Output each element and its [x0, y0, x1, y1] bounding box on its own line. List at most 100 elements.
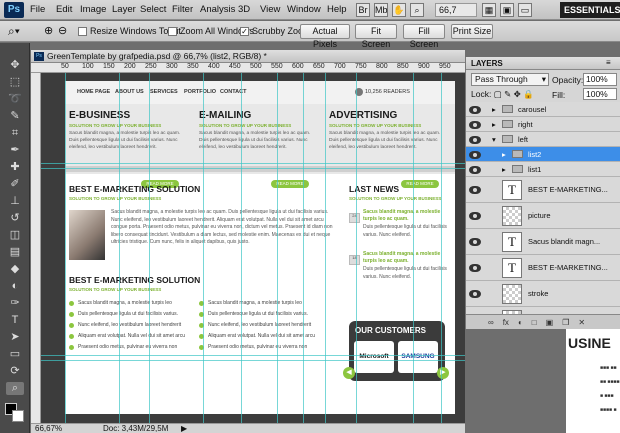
healing-tool-icon[interactable]: ✚: [6, 161, 24, 174]
fit-screen-button[interactable]: Fit Screen: [355, 24, 397, 49]
screen-mode-icon[interactable]: ▭: [518, 3, 532, 17]
eye-icon[interactable]: [469, 290, 481, 298]
crop-tool-icon[interactable]: ⌗: [6, 127, 24, 140]
collapsed-arrow-icon[interactable]: ▸: [502, 150, 506, 159]
nav-link[interactable]: PORTFOLIO: [184, 89, 216, 95]
layer-row-best-e-marketing[interactable]: T BEST E-MARKETING...: [466, 255, 620, 281]
status-menu-arrow-icon[interactable]: ▶: [181, 424, 187, 433]
menu-select[interactable]: Select: [140, 4, 166, 15]
scrubby-zoom-checkbox[interactable]: ✓: [240, 26, 249, 36]
nav-link[interactable]: SERVICES: [150, 89, 178, 95]
resize-windows-option[interactable]: Resize Windows To Fit: [78, 26, 181, 36]
eye-icon[interactable]: [469, 135, 481, 144]
layer-row-list2[interactable]: ▸ list2: [466, 147, 620, 162]
menu-image[interactable]: Image: [80, 4, 106, 15]
carousel-next-arrow[interactable]: ▶: [437, 367, 449, 379]
collapsed-arrow-icon[interactable]: ▸: [492, 120, 496, 129]
menu-file[interactable]: File: [30, 4, 45, 15]
pen-tool-icon[interactable]: ✑: [6, 297, 24, 310]
history-brush-tool-icon[interactable]: ↺: [6, 212, 24, 225]
collapsed-arrow-icon[interactable]: ▸: [502, 165, 506, 174]
zoom-icon[interactable]: ⌕: [410, 3, 424, 17]
document-tab[interactable]: Ps GreenTemplate by grafpedia.psd @ 66,7…: [31, 50, 465, 63]
arrange-icon[interactable]: ▣: [500, 3, 514, 17]
zoom-tool-icon[interactable]: ⌕: [6, 382, 24, 395]
expanded-arrow-icon[interactable]: ▾: [492, 135, 496, 144]
layer-row-sacus-blandit-magn[interactable]: T Sacus blandit magn...: [466, 229, 620, 255]
adjustment-icon[interactable]: ◐: [518, 318, 523, 327]
eye-icon[interactable]: [469, 238, 481, 246]
eye-icon[interactable]: [469, 186, 481, 194]
print-size-button[interactable]: Print Size: [451, 24, 493, 39]
menu-3d[interactable]: 3D: [238, 4, 250, 15]
blend-mode-select[interactable]: Pass Through ▾: [471, 73, 549, 86]
blur-tool-icon[interactable]: ◆: [6, 263, 24, 276]
horizontal-ruler[interactable]: 50 100 150 200 250 300 350 400 450 500 550 600 650 70…: [31, 63, 465, 73]
eyedropper-tool-icon[interactable]: ✒: [6, 144, 24, 157]
menu-help[interactable]: Help: [327, 4, 347, 15]
status-zoom[interactable]: 66,67%: [35, 424, 62, 433]
new-layer-icon[interactable]: ❐: [562, 318, 569, 327]
panel-menu-icon[interactable]: ≡: [606, 58, 611, 67]
layer-row-right[interactable]: ▸ right: [466, 117, 620, 132]
eye-icon[interactable]: [469, 212, 481, 220]
fill-input[interactable]: 100%: [583, 88, 617, 100]
gradient-tool-icon[interactable]: ▤: [6, 246, 24, 259]
news-headline[interactable]: Sacus blandit magna, a molestie turpis l…: [363, 209, 449, 223]
lasso-tool-icon[interactable]: ➰: [6, 93, 24, 106]
eye-icon[interactable]: [469, 105, 481, 114]
3d-rotate-tool-icon[interactable]: ⟳: [6, 365, 24, 378]
menu-layer[interactable]: Layer: [112, 4, 136, 15]
carousel-prev-arrow[interactable]: ◀: [343, 367, 355, 379]
shape-tool-icon[interactable]: ▭: [6, 348, 24, 361]
marquee-tool-icon[interactable]: ⬚: [6, 76, 24, 89]
fill-screen-button[interactable]: Fill Screen: [403, 24, 445, 49]
layer-row-left[interactable]: ▾ left: [466, 132, 620, 147]
brush-tool-icon[interactable]: ✐: [6, 178, 24, 191]
menu-edit[interactable]: Edit: [56, 4, 72, 15]
read-more-button[interactable]: READ MORE: [401, 180, 439, 188]
path-select-tool-icon[interactable]: ➤: [6, 331, 24, 344]
collapsed-arrow-icon[interactable]: ▸: [492, 105, 496, 114]
minibridge-icon[interactable]: Mb: [374, 3, 388, 17]
stamp-tool-icon[interactable]: ⊥: [6, 195, 24, 208]
actual-pixels-button[interactable]: Actual Pixels: [300, 24, 350, 49]
layers-tab[interactable]: LAYERS: [466, 57, 620, 70]
layer-row-list1[interactable]: ▸ list1: [466, 162, 620, 177]
dodge-tool-icon[interactable]: ◐: [6, 280, 24, 293]
link-layers-icon[interactable]: ∞: [488, 318, 494, 327]
quick-select-tool-icon[interactable]: ✎: [6, 110, 24, 123]
menu-filter[interactable]: Filter: [172, 4, 193, 15]
web-template-canvas[interactable]: HOME PAGE ABOUT US SERVICES PORTFOLIO CONTAC…: [65, 81, 455, 414]
eraser-tool-icon[interactable]: ◫: [6, 229, 24, 242]
bridge-icon[interactable]: Br: [356, 3, 370, 17]
resize-windows-checkbox[interactable]: [78, 26, 87, 36]
grid-icon[interactable]: ▦: [482, 3, 496, 17]
news-headline[interactable]: Sacus blandit magna, a molestie turpis l…: [363, 251, 449, 265]
group-icon[interactable]: ▣: [546, 318, 554, 327]
layer-row-picture[interactable]: picture: [466, 203, 620, 229]
layer-row-carousel[interactable]: ▸ carousel: [466, 102, 620, 117]
delete-layer-icon[interactable]: ✕: [578, 318, 585, 327]
zoom-out-icon[interactable]: ⊖: [58, 24, 67, 37]
vertical-ruler[interactable]: [31, 73, 41, 423]
canvas-area[interactable]: HOME PAGE ABOUT US SERVICES PORTFOLIO CONTAC…: [41, 73, 465, 423]
hand-icon[interactable]: ✋: [392, 3, 406, 17]
zoom-all-checkbox[interactable]: [168, 26, 177, 36]
eye-icon[interactable]: [469, 264, 481, 272]
workspace-switcher[interactable]: ESSENTIALS: [560, 2, 620, 18]
opacity-input[interactable]: 100%: [583, 73, 617, 86]
lock-icons[interactable]: ▢ ✎ ✥ 🔒: [494, 89, 534, 99]
type-tool-icon[interactable]: T: [6, 314, 24, 327]
menu-window[interactable]: Window: [287, 4, 321, 15]
nav-link[interactable]: CONTACT: [220, 89, 246, 95]
eye-icon[interactable]: [469, 120, 481, 129]
menu-analysis[interactable]: Analysis: [200, 4, 235, 15]
menu-view[interactable]: View: [260, 4, 280, 15]
layer-row-best-e-marketing[interactable]: T BEST E-MARKETING...: [466, 177, 620, 203]
zoom-in-icon[interactable]: ⊕: [44, 24, 53, 37]
zoom-level-select[interactable]: 66,7: [435, 3, 477, 17]
background-color-swatch[interactable]: [12, 410, 24, 422]
eye-icon[interactable]: [469, 165, 481, 174]
eye-icon[interactable]: [469, 150, 481, 159]
